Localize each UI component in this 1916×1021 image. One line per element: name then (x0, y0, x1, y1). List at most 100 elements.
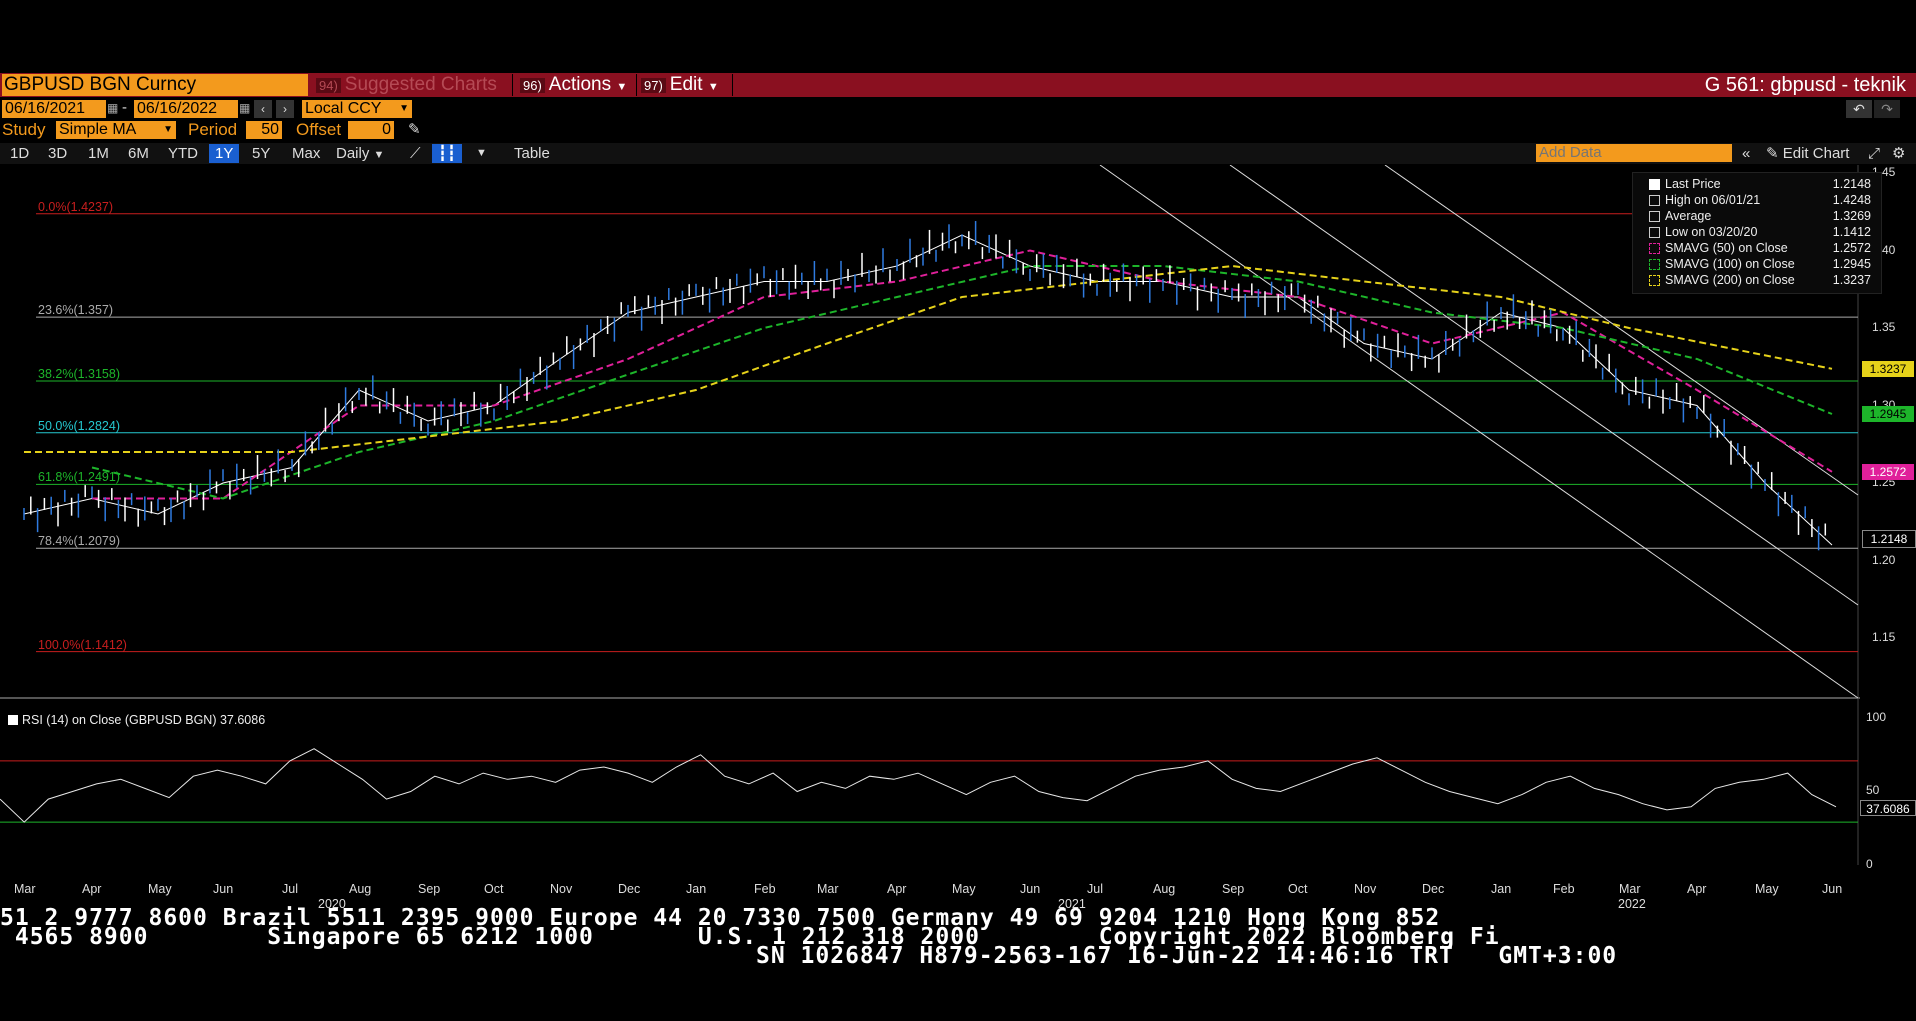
chevron-down-icon: ▼ (163, 124, 173, 135)
collapse-icon[interactable]: « (1736, 144, 1756, 163)
calendar-icon[interactable]: ▦ (239, 101, 250, 115)
time-axis-month: Sep (1222, 882, 1245, 896)
legend-item-name: Low on 03/20/20 (1665, 225, 1758, 239)
legend-item-name: SMAVG (200) on Close (1665, 273, 1795, 287)
next-range-button[interactable]: › (276, 100, 294, 118)
edit-chart-button[interactable]: ✎ Edit Chart (1760, 144, 1855, 163)
start-date-field[interactable]: 06/16/2021 (2, 100, 106, 118)
legend-item-value: 1.2148 (1832, 177, 1871, 191)
fibonacci-level-label: 100.0%(1.1412) (38, 637, 127, 652)
period-1m-button[interactable]: 1M (82, 144, 115, 163)
time-axis-month: Oct (484, 882, 504, 896)
frequency-select[interactable]: Daily ▼ (330, 144, 390, 163)
price-axis-tick: 1.15 (1872, 630, 1896, 644)
time-axis-month: Jun (1020, 882, 1041, 896)
period-3d-button[interactable]: 3D (42, 144, 73, 163)
period-ytd-button[interactable]: YTD (162, 144, 204, 163)
time-axis-month: Aug (1153, 882, 1176, 896)
checkbox-icon[interactable] (8, 715, 18, 725)
chevron-down-icon[interactable]: ▼ (470, 144, 493, 163)
period-1y-button[interactable]: 1Y (209, 144, 240, 163)
time-axis-month: Jul (1087, 882, 1103, 896)
suggested-charts-label: Suggested Charts (344, 74, 497, 95)
rsi-tick: 0 (1866, 857, 1873, 871)
add-data-input[interactable] (1536, 144, 1732, 162)
redo-icon[interactable]: ↷ (1874, 100, 1900, 118)
end-date-field[interactable]: 06/16/2022 (134, 100, 238, 118)
time-axis-month: Apr (887, 882, 907, 896)
legend-item-name: Average (1665, 209, 1712, 223)
time-axis-month: Oct (1288, 882, 1308, 896)
series-swatch-icon (1649, 243, 1660, 254)
period-5y-button[interactable]: 5Y (246, 144, 276, 163)
line-chart-icon[interactable]: ⟋ (404, 144, 427, 163)
gear-icon[interactable]: ⚙ (1886, 144, 1911, 163)
rsi-legend[interactable]: RSI (14) on Close (GBPUSD BGN) 37.6086 (8, 713, 265, 727)
session-info: SN 1026847 H879-2563-167 16-Jun-22 14:46… (756, 943, 1618, 969)
chart-title: G 561: gbpusd - teknik (1704, 74, 1906, 96)
currency-select[interactable]: Local CCY ▼ (302, 100, 412, 118)
time-axis-month: Jul (282, 882, 298, 896)
chevron-down-icon: ▼ (399, 103, 409, 114)
prev-range-button[interactable]: ‹ (254, 100, 272, 118)
rsi-value-tag: 37.6086 (1860, 800, 1916, 816)
legend-item[interactable]: Last Price 1.2148 (1633, 177, 1881, 192)
candlestick-icon[interactable]: ┇┇ (432, 144, 463, 163)
moving-average-line (91, 265, 1833, 500)
period-label: Period (188, 120, 238, 139)
legend-item[interactable]: Average 1.3269 (1633, 209, 1881, 224)
table-button[interactable]: Table (508, 144, 556, 163)
time-axis-month: May (952, 882, 976, 896)
period-6m-button[interactable]: 6M (122, 144, 155, 163)
time-axis-month: Apr (82, 882, 102, 896)
study-type-select[interactable]: Simple MA ▼ (56, 121, 176, 139)
rsi-tick: 100 (1866, 710, 1887, 724)
rsi-label: RSI (14) on Close (GBPUSD BGN) 37.6086 (22, 713, 266, 727)
calendar-icon[interactable]: ▦ (107, 101, 118, 115)
time-axis-month: Jun (213, 882, 234, 896)
security-ticker-input[interactable]: GBPUSD BGN Curncy (2, 74, 308, 96)
period-input[interactable]: 50 (246, 121, 282, 139)
actions-label: Actions (548, 74, 612, 95)
series-swatch-icon (1649, 275, 1660, 286)
time-axis-month: Mar (14, 882, 36, 896)
price-series-line (23, 234, 1833, 546)
legend-item[interactable]: Low on 03/20/20 1.1412 (1633, 225, 1881, 240)
pencil-icon[interactable]: ✎ (408, 120, 421, 138)
edit-menu[interactable]: 97) Edit ▼ (641, 74, 719, 96)
legend-item-name: SMAVG (100) on Close (1665, 257, 1795, 271)
resize-icon[interactable]: ⤢ (1862, 144, 1886, 163)
suggested-charts-number: 94) (316, 78, 341, 93)
offset-input[interactable]: 0 (348, 121, 394, 139)
chart-legend[interactable]: Last Price 1.2148 High on 06/01/21 1.4248 Av… (1632, 172, 1882, 294)
series-swatch-icon (1649, 211, 1660, 222)
rsi-tick: 50 (1866, 783, 1880, 797)
legend-item[interactable]: SMAVG (100) on Close 1.2945 (1633, 257, 1881, 272)
time-axis-month: Nov (550, 882, 573, 896)
period-1d-button[interactable]: 1D (4, 144, 35, 163)
undo-icon[interactable]: ↶ (1846, 100, 1872, 118)
suggested-charts-menu[interactable]: 94) Suggested Charts (316, 74, 497, 96)
time-axis-month: Nov (1354, 882, 1377, 896)
fibonacci-level-label: 23.6%(1.357) (38, 303, 114, 318)
frequency-value: Daily (336, 145, 370, 162)
fibonacci-level-label: 50.0%(1.2824) (38, 418, 121, 433)
moving-average-line (92, 249, 1833, 500)
price-chart[interactable] (0, 165, 1916, 885)
series-swatch-icon (1649, 195, 1660, 206)
offset-label: Offset (296, 120, 342, 139)
time-axis-month: Aug (349, 882, 372, 896)
period-max-button[interactable]: Max (286, 144, 326, 163)
time-axis-month: Mar (1619, 882, 1641, 896)
time-axis-month: Sep (418, 882, 441, 896)
time-axis-month: Mar (817, 882, 839, 896)
time-axis-month: Jan (686, 882, 707, 896)
time-axis-month: Feb (754, 882, 776, 896)
actions-menu[interactable]: 96) Actions ▼ (520, 74, 627, 96)
legend-item[interactable]: SMAVG (50) on Close 1.2572 (1633, 241, 1881, 256)
moving-average-line (24, 264, 1833, 453)
legend-item[interactable]: SMAVG (200) on Close 1.3237 (1633, 273, 1881, 288)
legend-item-name: SMAVG (50) on Close (1665, 241, 1788, 255)
fibonacci-level-label: 38.2%(1.3158) (38, 367, 121, 381)
legend-item[interactable]: High on 06/01/21 1.4248 (1633, 193, 1881, 208)
